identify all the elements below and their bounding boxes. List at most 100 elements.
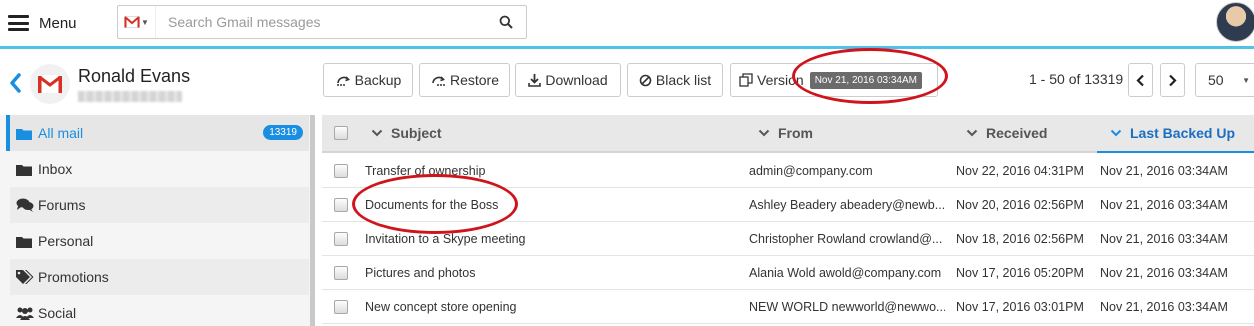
column-header-last-backed-up[interactable]: Last Backed Up <box>1110 115 1235 151</box>
hamburger-icon <box>8 15 29 31</box>
table-row[interactable]: Transfer of ownership admin@company.com … <box>322 154 1254 188</box>
row-checkbox-cell <box>334 290 348 324</box>
sidebar: All mail 13319 Inbox Forums Personal Pro… <box>0 115 310 326</box>
search-button[interactable] <box>486 6 526 38</box>
column-header-from[interactable]: From <box>758 115 813 151</box>
top-bar: Menu ▼ <box>0 0 1254 46</box>
sidebar-item-inbox[interactable]: Inbox <box>10 151 309 187</box>
blacklist-label: Black list <box>655 72 712 88</box>
table-row[interactable]: New concept store opening NEW WORLD neww… <box>322 290 1254 324</box>
ban-icon <box>639 74 652 86</box>
download-button[interactable]: Download <box>515 63 621 97</box>
pagination-range: 1 - 50 of 13319 <box>1029 71 1124 87</box>
user-avatar[interactable] <box>1216 2 1254 42</box>
row-from: Christopher Rowland crowland@... <box>749 232 943 246</box>
row-received: Nov 18, 2016 02:56PM <box>956 232 1084 246</box>
sidebar-item-label: Social <box>38 305 77 321</box>
row-checkbox[interactable] <box>334 300 348 314</box>
per-page-select[interactable]: 50 ▼ <box>1195 63 1254 97</box>
row-checkbox[interactable] <box>334 266 348 280</box>
row-backed-up: Nov 21, 2016 03:34AM <box>1100 300 1228 314</box>
sidebar-item-label: All mail <box>38 125 84 141</box>
row-checkbox-cell <box>334 188 348 222</box>
table-header: Subject From Received Last Backed Up <box>322 115 1254 153</box>
sidebar-item-label: Forums <box>38 197 86 213</box>
search-input[interactable] <box>156 6 486 38</box>
sidebar-scrollbar[interactable] <box>310 115 315 326</box>
search-icon <box>499 15 513 29</box>
menu-label: Menu <box>39 14 77 32</box>
backup-button[interactable]: Backup <box>323 63 413 97</box>
column-header-label: Received <box>986 125 1048 141</box>
row-received: Nov 20, 2016 02:56PM <box>956 198 1084 212</box>
row-checkbox-cell <box>334 256 348 290</box>
per-page-value: 50 <box>1208 72 1224 88</box>
row-subject: New concept store opening <box>365 300 517 314</box>
version-selector[interactable]: Version Nov 21, 2016 03:34AM <box>730 63 938 97</box>
chevron-down-icon <box>371 129 383 137</box>
prev-page-button[interactable] <box>1128 63 1153 97</box>
folder-icon <box>16 127 36 140</box>
blacklist-button[interactable]: Black list <box>627 63 723 97</box>
column-header-label: Last Backed Up <box>1130 125 1236 141</box>
gmail-logo-icon <box>38 75 62 93</box>
next-page-button[interactable] <box>1160 63 1185 97</box>
account-name: Ronald Evans <box>78 66 191 86</box>
row-subject: Pictures and photos <box>365 266 476 280</box>
column-header-subject[interactable]: Subject <box>371 115 442 151</box>
sidebar-item-label: Personal <box>38 233 94 249</box>
sidebar-item-personal[interactable]: Personal <box>10 223 309 259</box>
row-backed-up: Nov 21, 2016 03:34AM <box>1100 198 1228 212</box>
sidebar-item-forums[interactable]: Forums <box>10 187 309 223</box>
row-received: Nov 17, 2016 03:01PM <box>956 300 1084 314</box>
menu-button[interactable]: Menu <box>8 10 77 36</box>
sidebar-item-label: Promotions <box>38 269 109 285</box>
column-header-label: Subject <box>391 125 442 141</box>
row-subject: Transfer of ownership <box>365 164 486 178</box>
column-header-label: From <box>778 125 813 141</box>
chevron-down-icon: ▼ <box>141 17 149 27</box>
row-checkbox[interactable] <box>334 164 348 178</box>
sorted-column-indicator <box>1097 151 1254 153</box>
chevron-down-icon: ▼ <box>1242 75 1250 85</box>
users-icon <box>16 306 36 320</box>
row-backed-up: Nov 21, 2016 03:34AM <box>1100 164 1228 178</box>
row-from: NEW WORLD newworld@newwo... <box>749 300 945 314</box>
mail-count-badge: 13319 <box>263 125 303 140</box>
backup-label: Backup <box>354 72 402 88</box>
select-all-checkbox[interactable] <box>334 126 348 140</box>
column-header-received[interactable]: Received <box>966 115 1047 151</box>
restore-icon <box>432 76 445 86</box>
select-all-checkbox-cell <box>334 115 348 151</box>
row-from: Alania Wold awold@company.com <box>749 266 942 280</box>
tags-icon <box>16 270 36 284</box>
download-label: Download <box>545 72 608 88</box>
folder-icon <box>16 235 36 248</box>
sidebar-item-all-mail[interactable]: All mail 13319 <box>6 115 309 151</box>
row-checkbox[interactable] <box>334 232 348 246</box>
row-backed-up: Nov 21, 2016 03:34AM <box>1100 232 1228 246</box>
row-backed-up: Nov 21, 2016 03:34AM <box>1100 266 1228 280</box>
row-from: Ashley Beadery abeadery@newb... <box>749 198 945 212</box>
row-from: admin@company.com <box>749 164 873 178</box>
chevron-down-icon <box>966 129 978 137</box>
sidebar-item-promotions[interactable]: Promotions <box>10 259 309 295</box>
restore-label: Restore <box>449 72 500 88</box>
gmail-source-picker[interactable]: ▼ <box>118 6 156 38</box>
sidebar-item-label: Inbox <box>38 161 73 177</box>
table-row[interactable]: Pictures and photos Alania Wold awold@co… <box>322 256 1254 290</box>
row-checkbox-cell <box>334 222 348 256</box>
topbar-divider <box>0 46 1254 49</box>
table-row[interactable]: Invitation to a Skype meeting Christophe… <box>322 222 1254 256</box>
row-checkbox-cell <box>334 154 348 188</box>
sidebar-item-social[interactable]: Social <box>10 295 309 326</box>
row-checkbox[interactable] <box>334 198 348 212</box>
back-button[interactable] <box>6 70 24 96</box>
table-row[interactable]: Documents for the Boss Ashley Beadery ab… <box>322 188 1254 222</box>
version-label: Version <box>757 72 804 88</box>
backup-icon <box>336 76 350 86</box>
chevron-down-icon <box>758 129 770 137</box>
restore-button[interactable]: Restore <box>419 63 510 97</box>
comments-icon <box>16 198 36 212</box>
chevron-left-icon <box>1136 74 1144 86</box>
